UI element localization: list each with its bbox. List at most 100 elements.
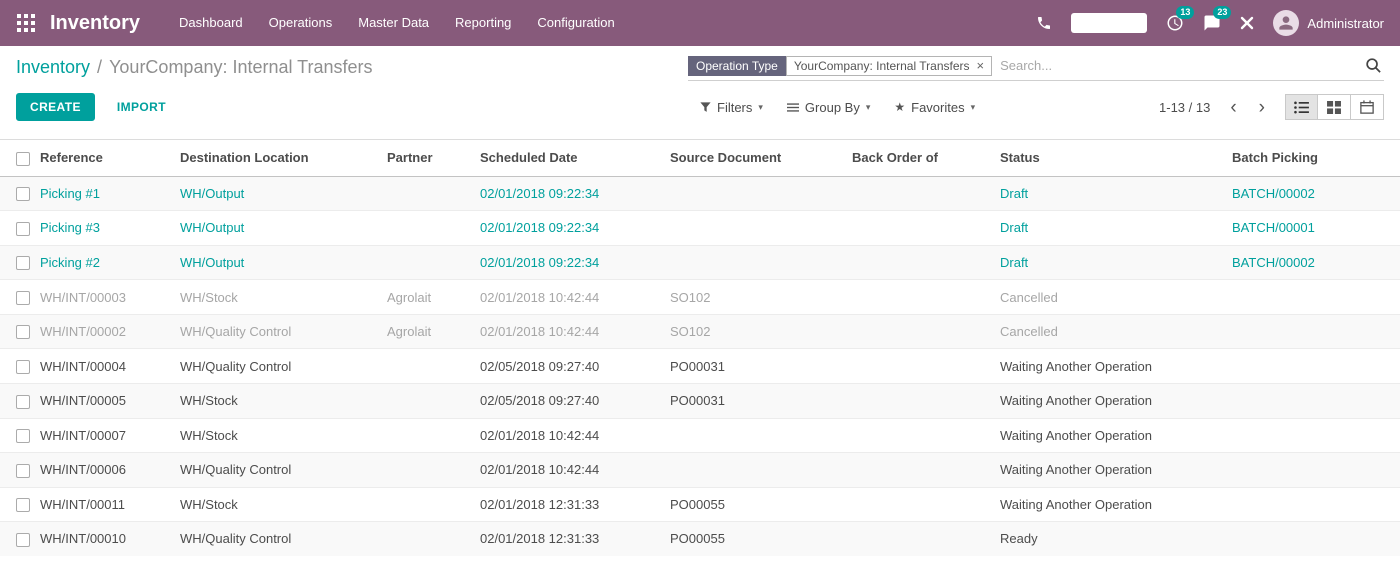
search-icon[interactable]	[1365, 57, 1382, 74]
table-row[interactable]: WH/INT/00003 WH/Stock Agrolait 02/01/201…	[0, 280, 1400, 315]
row-checkbox[interactable]	[16, 464, 30, 478]
table-row[interactable]: Picking #3 WH/Output 02/01/2018 09:22:34…	[0, 211, 1400, 246]
col-back-order-of[interactable]: Back Order of	[852, 140, 1000, 177]
cell-scheduled-date: 02/01/2018 09:22:34	[480, 211, 670, 246]
table-row[interactable]: WH/INT/00010 WH/Quality Control 02/01/20…	[0, 522, 1400, 556]
row-checkbox-cell	[0, 245, 40, 280]
table-row[interactable]: WH/INT/00005 WH/Stock 02/05/2018 09:27:4…	[0, 383, 1400, 418]
table-body: Picking #1 WH/Output 02/01/2018 09:22:34…	[0, 176, 1400, 556]
cell-partner	[387, 453, 480, 488]
menu-item-operations[interactable]: Operations	[256, 0, 346, 46]
create-button[interactable]: CREATE	[16, 93, 95, 121]
chevron-down-icon: ▾	[866, 102, 871, 113]
star-icon: ★	[894, 100, 905, 114]
row-checkbox[interactable]	[16, 187, 30, 201]
facet-remove-icon[interactable]: ×	[977, 59, 985, 72]
table-row[interactable]: Picking #1 WH/Output 02/01/2018 09:22:34…	[0, 176, 1400, 211]
cell-scheduled-date: 02/01/2018 09:22:34	[480, 176, 670, 211]
top-menu: Dashboard Operations Master Data Reporti…	[166, 0, 628, 46]
menu-item-configuration[interactable]: Configuration	[524, 0, 627, 46]
cell-destination-location: WH/Quality Control	[180, 349, 387, 384]
cell-scheduled-date: 02/05/2018 09:27:40	[480, 349, 670, 384]
chevron-down-icon: ▾	[971, 102, 976, 113]
cell-partner	[387, 383, 480, 418]
cell-batch-picking	[1232, 418, 1400, 453]
row-checkbox[interactable]	[16, 498, 30, 512]
col-destination-location[interactable]: Destination Location	[180, 140, 387, 177]
apps-menu-icon[interactable]	[16, 13, 36, 33]
select-all-checkbox[interactable]	[16, 152, 30, 166]
user-name: Administrator	[1307, 16, 1384, 31]
user-menu[interactable]: Administrator	[1273, 10, 1384, 36]
row-checkbox[interactable]	[16, 325, 30, 339]
cell-status: Waiting Another Operation	[1000, 349, 1232, 384]
cell-reference: WH/INT/00004	[40, 349, 180, 384]
favorites-label: Favorites	[911, 100, 964, 115]
table-row[interactable]: WH/INT/00006 WH/Quality Control 02/01/20…	[0, 453, 1400, 488]
view-kanban-button[interactable]	[1318, 94, 1351, 120]
cell-status: Waiting Another Operation	[1000, 418, 1232, 453]
favorites-dropdown[interactable]: ★ Favorites ▾	[894, 100, 975, 115]
cell-status: Cancelled	[1000, 314, 1232, 349]
menu-item-master-data[interactable]: Master Data	[345, 0, 442, 46]
cell-reference: Picking #3	[40, 211, 180, 246]
activity-count-badge: 13	[1176, 6, 1194, 19]
row-checkbox[interactable]	[16, 291, 30, 305]
view-calendar-button[interactable]	[1351, 94, 1384, 120]
menu-item-dashboard[interactable]: Dashboard	[166, 0, 256, 46]
top-navbar: Inventory Dashboard Operations Master Da…	[0, 0, 1400, 46]
col-reference[interactable]: Reference	[40, 140, 180, 177]
col-source-document[interactable]: Source Document	[670, 140, 852, 177]
view-list-button[interactable]	[1285, 94, 1318, 120]
col-partner[interactable]: Partner	[387, 140, 480, 177]
row-checkbox[interactable]	[16, 533, 30, 547]
table-row[interactable]: WH/INT/00004 WH/Quality Control 02/05/20…	[0, 349, 1400, 384]
breadcrumb-parent-link[interactable]: Inventory	[16, 57, 90, 78]
table-row[interactable]: WH/INT/00007 WH/Stock 02/01/2018 10:42:4…	[0, 418, 1400, 453]
cell-destination-location: WH/Quality Control	[180, 453, 387, 488]
row-checkbox[interactable]	[16, 360, 30, 374]
cell-destination-location: WH/Output	[180, 211, 387, 246]
col-scheduled-date[interactable]: Scheduled Date	[480, 140, 670, 177]
close-x-icon[interactable]	[1240, 16, 1254, 30]
cell-partner	[387, 176, 480, 211]
pager-previous-icon[interactable]: ‹	[1230, 98, 1236, 117]
cell-back-order-of	[852, 453, 1000, 488]
activities-clock-icon[interactable]: 13	[1166, 14, 1184, 32]
table-row[interactable]: WH/INT/00002 WH/Quality Control Agrolait…	[0, 314, 1400, 349]
row-checkbox[interactable]	[16, 222, 30, 236]
pager-next-icon[interactable]: ›	[1259, 98, 1265, 117]
group-by-dropdown[interactable]: Group By ▾	[787, 100, 870, 115]
filters-dropdown[interactable]: Filters ▾	[700, 100, 763, 115]
menu-item-reporting[interactable]: Reporting	[442, 0, 524, 46]
timer-widget[interactable]	[1071, 13, 1147, 33]
row-checkbox-cell	[0, 453, 40, 488]
cell-back-order-of	[852, 522, 1000, 556]
row-checkbox[interactable]	[16, 395, 30, 409]
col-batch-picking[interactable]: Batch Picking	[1232, 140, 1400, 177]
col-status[interactable]: Status	[1000, 140, 1232, 177]
cell-partner	[387, 211, 480, 246]
search-input[interactable]	[992, 54, 1365, 77]
import-button[interactable]: IMPORT	[111, 99, 172, 115]
cell-source-document: SO102	[670, 280, 852, 315]
breadcrumb-row: Inventory / YourCompany: Internal Transf…	[0, 46, 1400, 88]
row-checkbox-cell	[0, 349, 40, 384]
chevron-down-icon: ▾	[758, 102, 763, 113]
cell-reference: WH/INT/00010	[40, 522, 180, 556]
messages-chat-icon[interactable]: 23	[1203, 14, 1221, 32]
row-checkbox[interactable]	[16, 429, 30, 443]
pager-value[interactable]: 1-13 / 13	[1159, 100, 1210, 115]
cell-source-document: PO00055	[670, 487, 852, 522]
cell-batch-picking	[1232, 522, 1400, 556]
row-checkbox[interactable]	[16, 256, 30, 270]
group-by-label: Group By	[805, 100, 860, 115]
phone-icon[interactable]	[1036, 15, 1052, 31]
breadcrumb: Inventory / YourCompany: Internal Transf…	[16, 57, 373, 78]
row-checkbox-cell	[0, 211, 40, 246]
table-row[interactable]: WH/INT/00011 WH/Stock 02/01/2018 12:31:3…	[0, 487, 1400, 522]
cell-batch-picking	[1232, 383, 1400, 418]
search-facet: Operation Type YourCompany: Internal Tra…	[688, 56, 992, 76]
table-row[interactable]: Picking #2 WH/Output 02/01/2018 09:22:34…	[0, 245, 1400, 280]
cell-status: Draft	[1000, 245, 1232, 280]
